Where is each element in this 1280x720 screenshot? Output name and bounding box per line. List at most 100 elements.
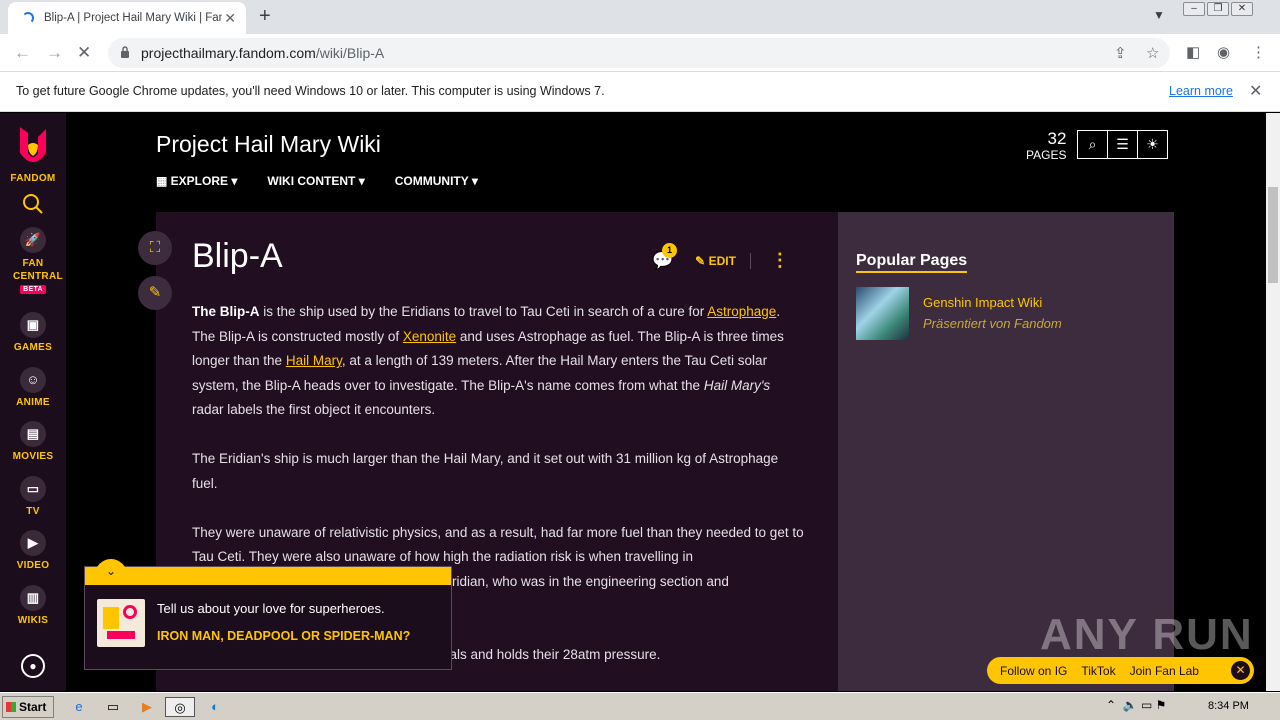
window-close-icon[interactable]: ✕ <box>1231 2 1253 16</box>
learn-more-link[interactable]: Learn more <box>1169 84 1233 98</box>
edge-icon[interactable]: ◐ <box>204 697 226 717</box>
beta-badge: BETA <box>20 285 46 294</box>
gamepad-icon: ▣ <box>20 312 46 338</box>
link-xenonite[interactable]: Xenonite <box>403 329 456 344</box>
minimize-icon[interactable]: – <box>1183 2 1205 16</box>
rail-item-video[interactable]: ▶ VIDEO <box>0 530 66 571</box>
wiki-name[interactable]: Project Hail Mary Wiki <box>156 131 381 158</box>
user-account-icon[interactable]: ● <box>21 654 45 678</box>
film-icon: ▤ <box>20 421 46 447</box>
url-text[interactable]: projecthailmary.fandom.com/wiki/Blip-A <box>141 45 384 61</box>
side-edit-button[interactable]: ✎ <box>138 276 172 310</box>
nav-label: EXPLORE <box>170 174 229 188</box>
windows-taskbar: Start e ▭ ▶ ◎ ◐ ⌃ 🔈 ▭ ⚑ 8:34 PM <box>0 692 1280 720</box>
forward-arrow-icon[interactable]: → <box>46 43 63 63</box>
nav-wiki-content[interactable]: WIKI CONTENT ▾ <box>267 174 364 188</box>
chat-icon: ☰ <box>1116 136 1129 152</box>
edit-button[interactable]: ✎ EDIT <box>695 254 736 268</box>
explorer-folder-icon[interactable]: ▭ <box>102 697 124 717</box>
anime-face-icon: ☺ <box>20 367 46 393</box>
sun-icon: ☀ <box>1146 136 1159 152</box>
chrome-icon[interactable]: ◎ <box>165 697 195 717</box>
restore-icon[interactable]: ❐ <box>1207 2 1229 16</box>
text: rials and holds their 28atm pressure. <box>442 647 661 662</box>
stop-loading-icon[interactable]: ✕ <box>77 43 91 63</box>
text: radar labels the first object it encount… <box>192 402 436 417</box>
italic-text: Hail Mary's <box>703 377 771 393</box>
infobar-close-icon[interactable]: ✕ <box>1249 81 1262 101</box>
tiktok-link[interactable]: TikTok <box>1081 664 1115 678</box>
lock-icon[interactable] <box>120 46 130 58</box>
edit-label: EDIT <box>708 253 736 268</box>
expand-icon: ⛶ <box>149 239 161 256</box>
rail-item-anime[interactable]: ☺ ANIME <box>0 367 66 408</box>
wiki-nav: ▦ EXPLORE ▾ WIKI CONTENT ▾ COMMUNITY ▾ <box>156 174 478 188</box>
fullscreen-button[interactable]: ⛶ <box>138 231 172 265</box>
close-icon[interactable]: ✕ <box>1231 661 1250 680</box>
rail-brand-label[interactable]: FANDOM <box>0 173 66 184</box>
explore-icon: ▦ <box>156 174 171 188</box>
ie-icon[interactable]: e <box>68 697 90 717</box>
social-follow-bar: Follow on IG TikTok Join Fan Lab ✕ <box>987 657 1254 684</box>
start-button[interactable]: Start <box>2 696 54 718</box>
more-options-icon[interactable]: ⋮ <box>771 250 789 271</box>
nav-explore[interactable]: ▦ EXPLORE ▾ <box>156 174 237 188</box>
promo-header-bar <box>85 567 451 585</box>
system-tray-icons[interactable]: ⌃ 🔈 ▭ ⚑ <box>1106 698 1166 712</box>
rail-item-movies[interactable]: ▤ MOVIES <box>0 421 66 462</box>
browser-tab[interactable]: Blip-A | Project Hail Mary Wiki | Fandom… <box>8 2 246 34</box>
rocket-icon: 🚀 <box>20 227 46 253</box>
paragraph: The Blip-A is the ship used by the Eridi… <box>192 300 804 423</box>
link-hail-mary[interactable]: Hail Mary <box>286 353 342 368</box>
page-title: Blip-A <box>192 237 283 275</box>
pages-label: PAGES <box>1026 148 1067 162</box>
paragraph: The Eridian's ship is much larger than t… <box>192 451 779 491</box>
new-tab-button[interactable]: + <box>259 6 271 26</box>
side-panel-icon[interactable]: ◧ <box>1186 43 1200 61</box>
back-arrow-icon[interactable]: ← <box>14 43 31 63</box>
url-path: /wiki/Blip-A <box>315 45 385 61</box>
popular-page-thumbnail[interactable] <box>856 287 909 340</box>
join-fan-lab-link[interactable]: Join Fan Lab <box>1130 664 1199 678</box>
search-button[interactable]: ⌕ <box>1077 130 1108 159</box>
comments-button[interactable]: 💬 1 <box>652 242 677 271</box>
search-icon: ⌕ <box>1088 136 1097 152</box>
rail-search[interactable] <box>0 193 66 218</box>
fandom-logo-icon[interactable] <box>16 123 50 167</box>
promo-cta-link[interactable]: IRON MAN, DEADPOOL OR SPIDER-MAN? <box>157 628 427 644</box>
theme-toggle-button[interactable]: ☀ <box>1137 130 1168 159</box>
rail-item-fan-central[interactable]: 🚀 FAN CENTRAL BETA <box>0 227 66 294</box>
pencil-icon: ✎ <box>695 253 709 268</box>
wiki-header: Project Hail Mary Wiki ▦ EXPLORE ▾ WIKI … <box>66 113 1266 212</box>
anyrun-watermark: ANY RUN <box>1040 610 1254 659</box>
link-astrophage[interactable]: Astrophage <box>707 304 776 319</box>
comment-count-badge: 1 <box>662 242 677 258</box>
rail-item-label: WIKIS <box>17 615 49 626</box>
rail-item-tv[interactable]: ▭ TV <box>0 476 66 517</box>
profile-icon[interactable]: ◉ <box>1217 43 1230 61</box>
infobar-message: To get future Google Chrome updates, you… <box>16 84 605 98</box>
fandom-global-nav: FANDOM 🚀 FAN CENTRAL BETA ▣ GAMES ☺ ANIM… <box>0 113 66 691</box>
promo-illustration <box>97 599 145 647</box>
scrollbar-thumb[interactable] <box>1268 187 1278 283</box>
discussions-button[interactable]: ☰ <box>1107 130 1138 159</box>
bookmark-star-icon[interactable]: ☆ <box>1146 44 1159 62</box>
url-host: projecthailmary.fandom.com <box>141 45 316 61</box>
loading-spinner-icon <box>22 12 34 24</box>
nav-label: WIKI CONTENT <box>267 174 356 188</box>
follow-ig-link[interactable]: Follow on IG <box>1000 664 1067 678</box>
rail-item-label: FAN CENTRAL <box>13 258 63 282</box>
rail-item-wikis[interactable]: ▥ WIKIS <box>0 585 66 626</box>
media-player-icon[interactable]: ▶ <box>136 697 158 717</box>
collapse-chevron-icon[interactable]: ⌄ <box>95 559 127 581</box>
popular-page-link[interactable]: Genshin Impact Wiki <box>923 295 1042 310</box>
page-scrollbar[interactable] <box>1266 113 1280 691</box>
nav-community[interactable]: COMMUNITY ▾ <box>395 174 478 188</box>
menu-kebab-icon[interactable]: ⋮ <box>1251 43 1266 61</box>
rail-item-label: TV <box>26 506 40 517</box>
share-icon[interactable]: ⇪ <box>1114 44 1127 62</box>
tab-close-icon[interactable]: ✕ <box>224 10 236 27</box>
rail-item-games[interactable]: ▣ GAMES <box>0 312 66 353</box>
address-bar[interactable]: projecthailmary.fandom.com/wiki/Blip-A ⇪… <box>108 38 1170 68</box>
tab-search-chevron-icon[interactable]: ▼ <box>1153 8 1165 22</box>
